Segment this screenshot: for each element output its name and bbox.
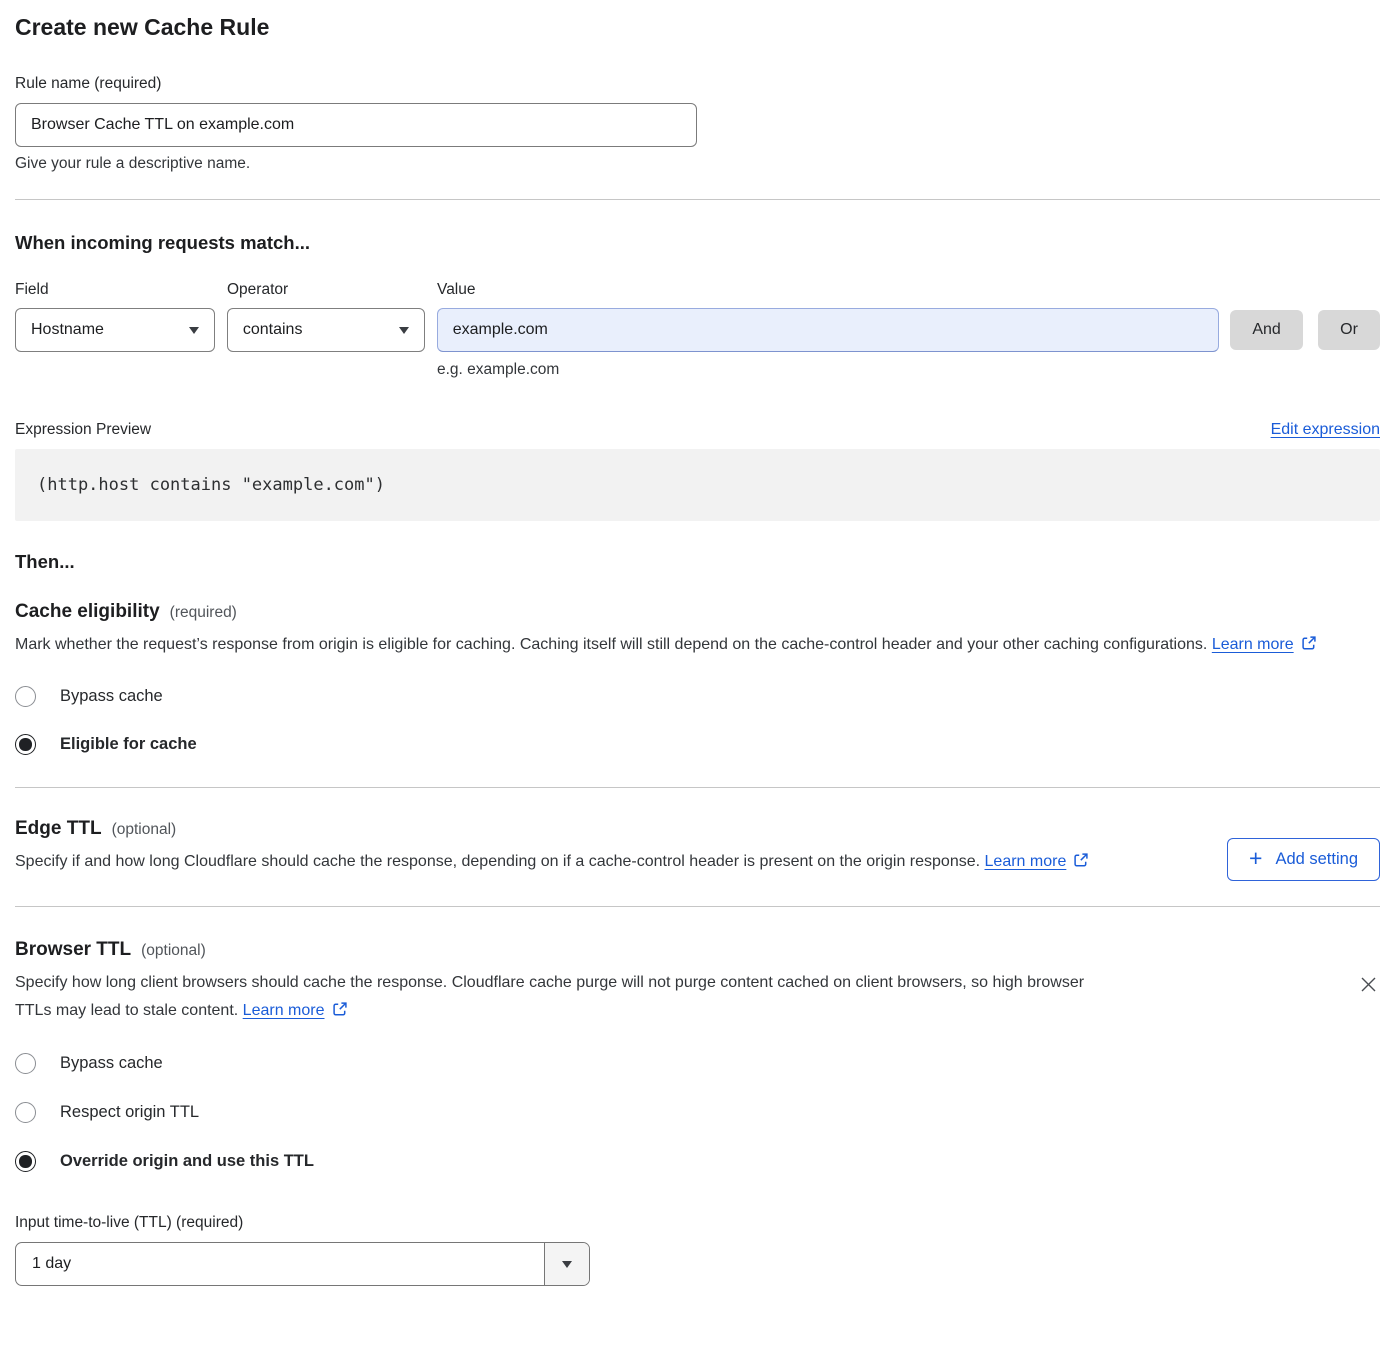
radio-label: Bypass cache: [60, 1054, 163, 1073]
and-button[interactable]: And: [1230, 310, 1303, 350]
radio-label: Respect origin TTL: [60, 1103, 199, 1122]
divider: [15, 787, 1380, 788]
radio-override-origin-ttl[interactable]: Override origin and use this TTL: [15, 1151, 314, 1172]
learn-more-link[interactable]: Learn more: [1212, 636, 1317, 653]
radio-label: Eligible for cache: [60, 735, 197, 754]
browser-ttl-description: Specify how long client browsers should …: [15, 969, 1120, 1025]
close-icon: [1359, 975, 1378, 994]
cache-eligibility-description: Mark whether the request’s response from…: [15, 631, 1355, 659]
operator-select-value: contains: [243, 321, 303, 339]
radio-icon[interactable]: [15, 1053, 36, 1074]
field-column-label: Field: [15, 281, 227, 299]
rule-name-input[interactable]: [15, 103, 697, 147]
chevron-down-icon: [562, 1261, 572, 1268]
edge-ttl-heading-row: Edge TTL (optional): [15, 818, 1380, 840]
operator-column-label: Operator: [227, 281, 437, 299]
expression-preview-row: Expression Preview Edit expression: [15, 421, 1380, 439]
rule-name-label: Rule name (required): [15, 75, 1380, 93]
or-button[interactable]: Or: [1318, 310, 1380, 350]
expression-preview-label: Expression Preview: [15, 421, 151, 439]
external-link-icon: [1073, 852, 1089, 868]
browser-ttl-heading-row: Browser TTL (optional): [15, 939, 1380, 961]
operator-select[interactable]: contains: [227, 308, 425, 352]
edge-ttl-section: Edge TTL (optional) + Add setting Specify …: [15, 818, 1380, 876]
browser-ttl-heading: Browser TTL: [15, 939, 131, 960]
radio-bypass-cache[interactable]: Bypass cache: [15, 686, 163, 707]
expression-preview-code: (http.host contains "example.com"): [15, 449, 1380, 521]
field-select[interactable]: Hostname: [15, 308, 215, 352]
radio-label: Override origin and use this TTL: [60, 1152, 314, 1171]
add-setting-button[interactable]: + Add setting: [1227, 838, 1380, 881]
divider: [15, 199, 1380, 200]
divider: [15, 906, 1380, 907]
edit-expression-link[interactable]: Edit expression: [1271, 421, 1380, 439]
cache-eligibility-heading-row: Cache eligibility (required): [15, 601, 1380, 623]
radio-bypass-cache-browser[interactable]: Bypass cache: [15, 1053, 163, 1074]
match-heading: When incoming requests match...: [15, 232, 1380, 254]
condition-column-labels: Field Operator Value: [15, 281, 1380, 299]
radio-respect-origin-ttl[interactable]: Respect origin TTL: [15, 1102, 199, 1123]
cache-eligibility-qualifier: (required): [170, 604, 237, 621]
rule-name-helper: Give your rule a descriptive name.: [15, 155, 1380, 173]
chevron-down-icon: [189, 327, 199, 334]
edge-ttl-heading: Edge TTL: [15, 818, 102, 839]
plus-icon: +: [1249, 847, 1262, 870]
radio-icon[interactable]: [15, 1151, 36, 1172]
remove-setting-button[interactable]: [1357, 973, 1380, 996]
value-column-label: Value: [437, 281, 476, 299]
radio-icon[interactable]: [15, 686, 36, 707]
radio-icon[interactable]: [15, 734, 36, 755]
learn-more-link[interactable]: Learn more: [985, 853, 1090, 870]
radio-icon[interactable]: [15, 1102, 36, 1123]
value-helper: e.g. example.com: [437, 361, 1380, 379]
edge-ttl-description: Specify if and how long Cloudflare shoul…: [15, 848, 1120, 876]
then-heading: Then...: [15, 551, 1380, 573]
browser-ttl-description-text: Specify how long client browsers should …: [15, 974, 1084, 1019]
cache-eligibility-heading: Cache eligibility: [15, 601, 160, 622]
ttl-select-arrow-button[interactable]: [544, 1243, 589, 1285]
external-link-icon: [1301, 635, 1317, 651]
ttl-select-value: 1 day: [16, 1243, 544, 1285]
value-input[interactable]: [437, 308, 1219, 352]
edge-ttl-qualifier: (optional): [112, 821, 177, 838]
create-cache-rule-form: Create new Cache Rule Rule name (require…: [0, 0, 1400, 1294]
add-setting-label: Add setting: [1275, 850, 1358, 869]
external-link-icon: [332, 1001, 348, 1017]
radio-label: Bypass cache: [60, 687, 163, 706]
page-title: Create new Cache Rule: [15, 14, 1380, 41]
chevron-down-icon: [399, 327, 409, 334]
ttl-input-label: Input time-to-live (TTL) (required): [15, 1214, 1380, 1232]
condition-row: Hostname contains And Or: [15, 308, 1380, 352]
cache-eligibility-description-text: Mark whether the request’s response from…: [15, 636, 1207, 653]
browser-ttl-qualifier: (optional): [141, 942, 206, 959]
edge-ttl-description-text: Specify if and how long Cloudflare shoul…: [15, 853, 980, 870]
radio-eligible-for-cache[interactable]: Eligible for cache: [15, 734, 197, 755]
field-select-value: Hostname: [31, 321, 104, 339]
browser-ttl-section: Browser TTL (optional) Specify how long c…: [15, 939, 1380, 1286]
learn-more-link[interactable]: Learn more: [243, 1002, 348, 1019]
ttl-select[interactable]: 1 day: [15, 1242, 590, 1286]
